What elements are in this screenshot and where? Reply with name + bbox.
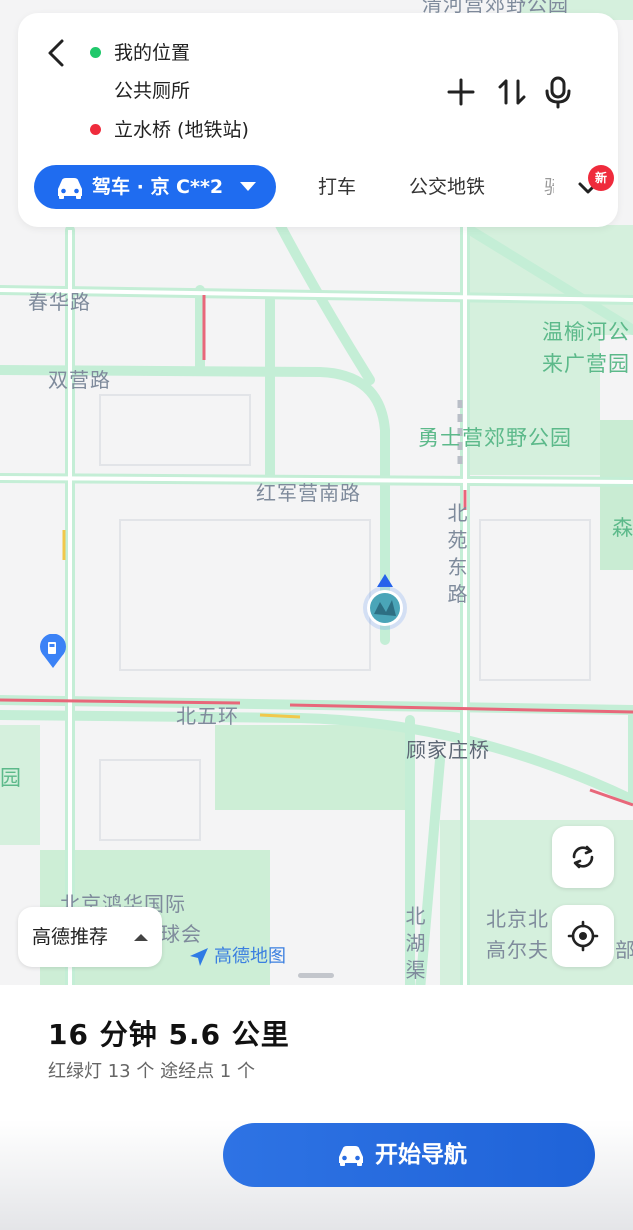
map-label-place: 部 — [615, 938, 633, 962]
refresh-icon — [572, 845, 594, 869]
swap-route-button[interactable] — [495, 75, 529, 109]
mode-drive-tab[interactable]: 驾车 · 京 C**2 — [34, 165, 276, 209]
gas-station-icon[interactable] — [38, 633, 68, 670]
start-navigation-label: 开始导航 — [375, 1142, 467, 1168]
map-label-bridge: 顾家庄桥 — [406, 738, 490, 762]
caret-up-icon — [134, 934, 148, 941]
refresh-route-button[interactable] — [552, 826, 614, 888]
locate-me-button[interactable] — [552, 905, 614, 967]
chevron-left-icon — [48, 39, 64, 67]
plus-icon — [447, 78, 475, 106]
sheet-drag-handle[interactable] — [298, 973, 334, 978]
voice-input-button[interactable] — [541, 75, 575, 109]
map-label-park: 来广营园 — [542, 352, 630, 376]
new-badge: 新 — [588, 165, 614, 191]
map-label-road: 北苑东路 — [447, 501, 469, 606]
route-eta-distance: 16 分钟 5.6 公里 — [48, 1018, 290, 1051]
map-label-road: 北五环 — [176, 704, 239, 728]
map-label-place: 高尔夫 — [486, 938, 549, 962]
map-label-road: 双营路 — [48, 368, 111, 392]
microphone-icon — [545, 76, 571, 109]
route-summary-sheet: 16 分钟 5.6 公里 红绿灯 13 个 途经点 1 个 开始导航 — [0, 973, 633, 1230]
route-meta: 红绿灯 13 个 途经点 1 个 — [48, 1061, 255, 1082]
map-label-road: 北湖渠 — [405, 904, 427, 982]
map-label-place: 北京北 — [486, 907, 549, 931]
park-area — [215, 725, 405, 810]
add-waypoint-button[interactable] — [444, 75, 478, 109]
map-label-park: 温榆河公 — [542, 320, 630, 344]
origin-row[interactable]: 我的位置 — [90, 38, 191, 68]
destination-label: 立水桥 (地铁站) — [114, 119, 249, 141]
amap-arrow-icon — [190, 948, 208, 966]
mode-taxi-tab[interactable]: 打车 — [318, 165, 356, 209]
amap-logo-text: 高德地图 — [214, 946, 286, 967]
route-preference-label: 高德推荐 — [32, 926, 109, 948]
destination-dot-icon — [90, 124, 101, 135]
start-navigation-button[interactable]: 开始导航 — [223, 1123, 595, 1187]
map-label-place: 球会 — [160, 922, 202, 946]
mode-transit-tab[interactable]: 公交地铁 — [409, 165, 485, 209]
waypoint-row[interactable]: 公共厕所 — [114, 76, 190, 106]
park-area — [600, 420, 633, 570]
map-label-road: 红军营南路 — [256, 481, 361, 505]
destination-row[interactable]: 立水桥 (地铁站) — [90, 115, 249, 145]
map-label-road: 春华路 — [28, 290, 91, 314]
caret-down-icon — [240, 182, 256, 191]
back-button[interactable] — [38, 35, 74, 71]
origin-label: 我的位置 — [114, 42, 191, 64]
car-icon — [58, 178, 82, 199]
mode-bike-tab[interactable]: 骑 — [544, 165, 554, 209]
car-icon — [339, 1146, 363, 1166]
map-label-park: 勇士营郊野公园 — [418, 426, 572, 450]
map-label-park: 园 — [0, 766, 22, 790]
current-location-marker — [360, 572, 410, 632]
mode-drive-label: 驾车 · 京 C**2 — [92, 176, 224, 198]
route-preference-button[interactable]: 高德推荐 — [18, 907, 162, 967]
route-planner-card: 我的位置 公共厕所 立水桥 (地铁站) 驾车 · 京 C**2 打车 公交地铁 … — [18, 13, 618, 227]
locate-icon — [567, 920, 599, 952]
swap-icon — [498, 79, 526, 105]
waypoint-label: 公共厕所 — [114, 80, 191, 102]
map-label-park: 森 — [612, 516, 633, 540]
origin-dot-icon — [90, 47, 101, 58]
